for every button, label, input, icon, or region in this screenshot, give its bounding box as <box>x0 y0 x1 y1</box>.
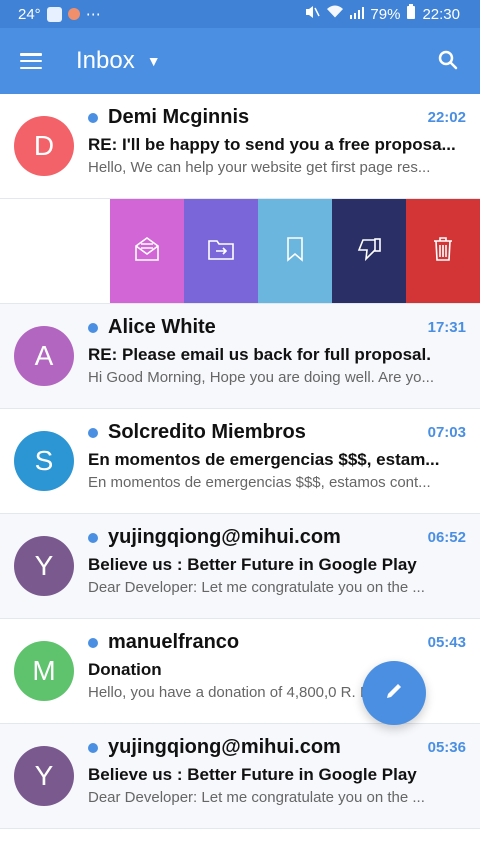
move-folder-button[interactable] <box>184 199 258 303</box>
app-bar: Inbox ▼ <box>0 28 480 94</box>
email-row[interactable]: A Alice White 17:31 RE: Please email us … <box>0 304 480 409</box>
email-time: 07:03 <box>427 424 466 441</box>
thumbs-down-icon <box>355 236 383 267</box>
battery-icon <box>406 4 416 24</box>
pencil-icon <box>383 680 405 707</box>
mute-icon <box>304 5 321 23</box>
email-row[interactable]: Y yujingqiong@mihui.com 05:36 Believe us… <box>0 724 480 829</box>
clock: 22:30 <box>422 5 460 23</box>
search-icon[interactable] <box>438 50 458 70</box>
avatar: Y <box>14 746 74 806</box>
avatar: D <box>14 116 74 176</box>
avatar: S <box>14 431 74 491</box>
avatar: Y <box>14 536 74 596</box>
unread-dot <box>88 112 98 123</box>
email-preview: Dear Developer: Let me congratulate you … <box>88 579 425 596</box>
unread-dot <box>88 532 98 543</box>
email-time: 17:31 <box>427 319 466 336</box>
email-preview: Hello, We can help your website get firs… <box>88 159 431 176</box>
sender-name: yujingqiong@mihui.com <box>108 736 341 758</box>
wifi-icon <box>326 5 344 23</box>
compose-button[interactable] <box>362 661 426 725</box>
email-time: 22:02 <box>427 109 466 126</box>
sender-name: yujingqiong@mihui.com <box>108 526 341 548</box>
unread-dot <box>88 427 98 438</box>
swipe-actions-row <box>0 199 480 304</box>
move-folder-icon <box>207 237 235 266</box>
app-badge-icon <box>46 6 62 22</box>
temperature-text: 24° <box>18 5 41 23</box>
email-preview: En momentos de emergencias $$$, estamos … <box>88 474 431 491</box>
mark-read-button[interactable] <box>110 199 184 303</box>
email-subject: Believe us : Better Future in Google Pla… <box>88 765 417 784</box>
notification-icon <box>67 8 80 20</box>
status-bar: 24° ⋯ 79% 22:30 <box>0 0 480 28</box>
bookmark-icon <box>285 236 305 267</box>
unread-dot <box>88 742 98 753</box>
avatar: A <box>14 326 74 386</box>
more-notifications-icon: ⋯ <box>85 6 103 23</box>
delete-button[interactable] <box>406 199 480 303</box>
hamburger-menu-icon[interactable] <box>20 53 42 69</box>
email-subject: RE: I'll be happy to send you a free pro… <box>88 135 456 154</box>
email-preview: Hi Good Morning, Hope you are doing well… <box>88 369 435 386</box>
signal-icon <box>350 6 365 23</box>
sender-name: Demi Mcginnis <box>108 106 250 128</box>
email-row[interactable]: D Demi Mcginnis 22:02 RE: I'll be happy … <box>0 94 480 199</box>
email-subject: En momentos de emergencias $$$, estam... <box>88 450 440 469</box>
bookmark-button[interactable] <box>258 199 332 303</box>
chevron-down-icon[interactable]: ▼ <box>147 53 161 69</box>
sender-name: manuelfranco <box>108 631 240 653</box>
sender-name: Alice White <box>108 316 216 338</box>
email-row[interactable]: Y yujingqiong@mihui.com 06:52 Believe us… <box>0 514 480 619</box>
email-time: 05:36 <box>427 739 466 756</box>
mark-read-icon <box>133 236 161 267</box>
sender-name: Solcredito Miembros <box>108 421 306 443</box>
email-subject: Believe us : Better Future in Google Pla… <box>88 555 417 574</box>
thumbs-down-button[interactable] <box>332 199 406 303</box>
email-row[interactable]: S Solcredito Miembros 07:03 En momentos … <box>0 409 480 514</box>
email-time: 06:52 <box>427 529 466 546</box>
delete-icon <box>432 236 454 267</box>
unread-dot <box>88 637 98 648</box>
email-subject: RE: Please email us back for full propos… <box>88 345 431 364</box>
battery-percent: 79% <box>370 5 401 23</box>
page-title[interactable]: Inbox <box>76 47 135 75</box>
avatar: M <box>14 641 74 701</box>
email-time: 05:43 <box>427 634 466 651</box>
email-preview: Dear Developer: Let me congratulate you … <box>88 789 425 806</box>
unread-dot <box>88 322 98 333</box>
